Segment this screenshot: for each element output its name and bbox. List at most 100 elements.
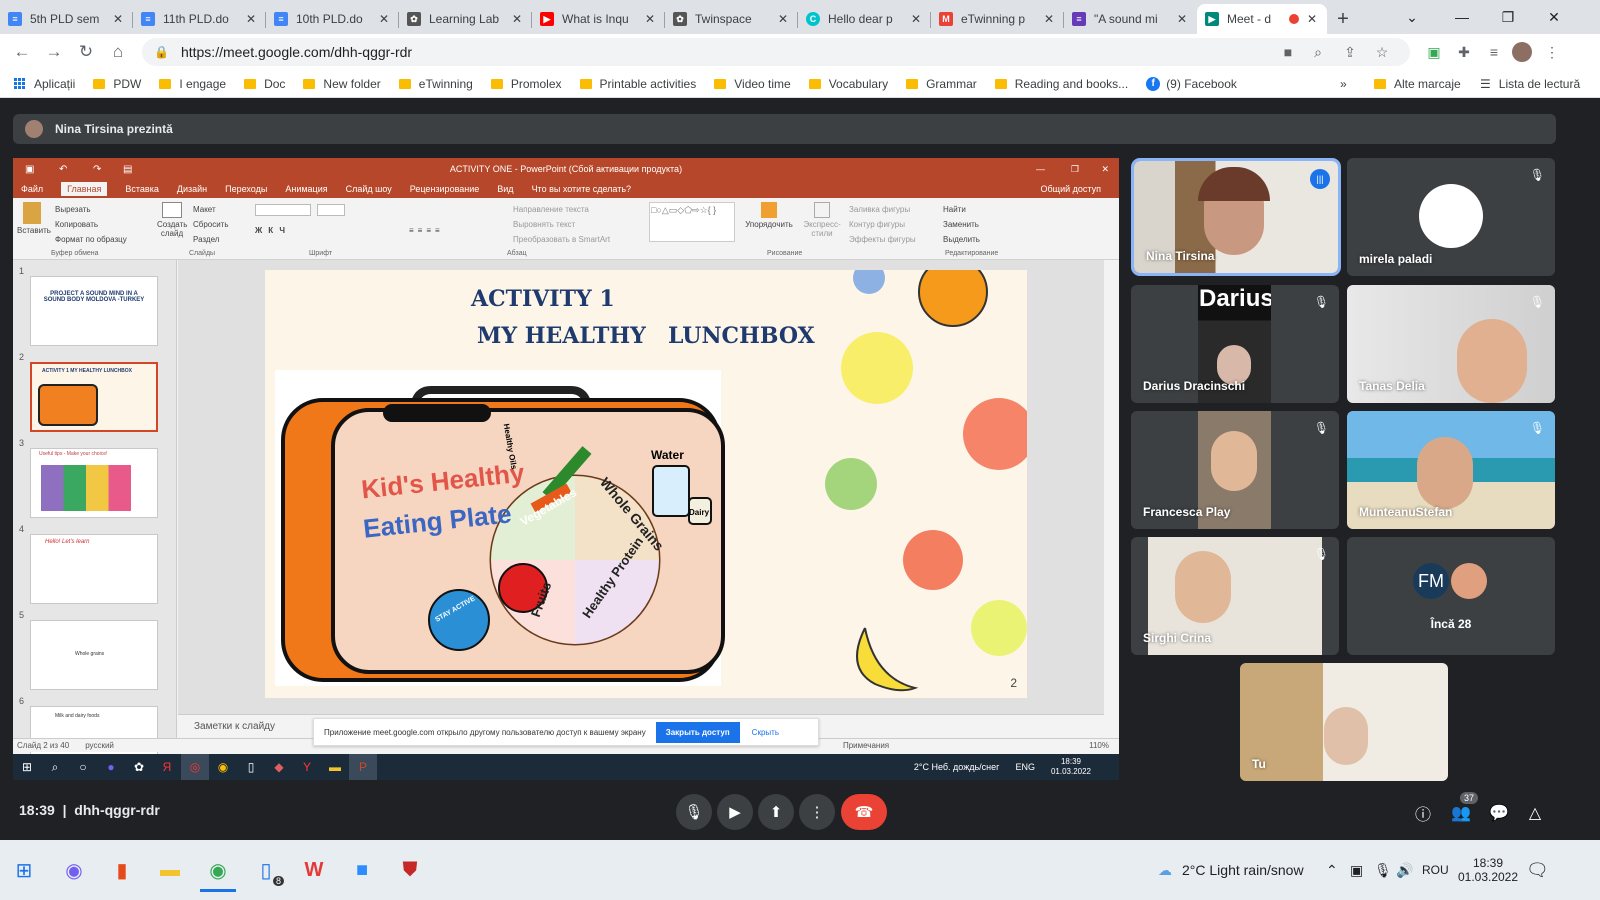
tab-4[interactable]: ✿ Learning Lab ✕ bbox=[399, 4, 532, 34]
mic-off-icon[interactable]: 🎙 bbox=[1530, 168, 1545, 182]
tab-1[interactable]: ≡ 5th PLD sem ✕ bbox=[0, 4, 133, 34]
meeting-details-button[interactable]: ⓘ bbox=[1408, 798, 1438, 828]
taskbar-viber[interactable]: ◉ bbox=[52, 848, 96, 892]
tab-3[interactable]: ≡ 10th PLD.do ✕ bbox=[266, 4, 399, 34]
participant-tile[interactable]: 🎙 mirela paladi bbox=[1347, 158, 1555, 276]
bookmark-star-icon[interactable]: ☆ bbox=[1368, 38, 1396, 66]
close-icon[interactable]: ✕ bbox=[510, 12, 524, 26]
taskbar-explorer[interactable]: ▬ bbox=[148, 848, 192, 892]
bookmark-folder[interactable]: Video time bbox=[714, 77, 791, 91]
taskbar-mcafee[interactable]: ⛊ bbox=[388, 848, 432, 892]
tab-5[interactable]: ▶ What is Inqu ✕ bbox=[532, 4, 665, 34]
tray-chevron-icon[interactable]: ⌃ bbox=[1326, 840, 1338, 900]
tab-search-icon[interactable]: ⌄ bbox=[1390, 0, 1434, 34]
more-options-button[interactable]: ⋮ bbox=[799, 794, 835, 830]
forward-icon[interactable]: → bbox=[38, 36, 70, 68]
menu-icon[interactable]: ⋮ bbox=[1538, 38, 1566, 66]
self-view-tile[interactable]: Tu bbox=[1240, 663, 1448, 781]
tray-app-icon[interactable]: ▣ bbox=[1350, 840, 1363, 900]
clock[interactable]: 18:39 01.03.2022 bbox=[1458, 840, 1518, 900]
tab-meet-active[interactable]: ▶ Meet - d ✕ bbox=[1197, 4, 1327, 34]
tab-7[interactable]: C Hello dear p ✕ bbox=[798, 4, 931, 34]
bookmarks-overflow[interactable]: » bbox=[1340, 70, 1347, 98]
minimize-icon: — bbox=[1036, 164, 1045, 174]
bookmark-folder[interactable]: Vocabulary bbox=[808, 77, 888, 91]
extension-icon[interactable]: ▣ bbox=[1420, 38, 1448, 66]
close-icon[interactable]: ✕ bbox=[776, 12, 790, 26]
mic-off-icon[interactable]: 🎙 bbox=[1314, 421, 1329, 435]
chat-button[interactable]: 💬 bbox=[1484, 798, 1514, 828]
reload-icon[interactable]: ↻ bbox=[70, 36, 102, 68]
tab-2[interactable]: ≡ 11th PLD.do ✕ bbox=[133, 4, 266, 34]
close-icon[interactable]: ✕ bbox=[111, 12, 125, 26]
close-icon[interactable]: ✕ bbox=[1175, 12, 1189, 26]
camera-icon[interactable]: ■ bbox=[1274, 38, 1302, 66]
mic-off-icon[interactable]: 🎙 bbox=[1530, 295, 1545, 309]
start-button[interactable]: ⊞ bbox=[2, 848, 46, 892]
tab-6[interactable]: ✿ Twinspace ✕ bbox=[665, 4, 798, 34]
bookmark-folder[interactable]: Promolex bbox=[490, 77, 562, 91]
activities-button[interactable]: △ bbox=[1520, 798, 1550, 828]
tab-9[interactable]: ≡ "A sound mi ✕ bbox=[1064, 4, 1197, 34]
weather-widget[interactable]: ☁ 2°C Light rain/snow bbox=[1158, 840, 1304, 900]
tab-8[interactable]: MeTwinning p ✕ bbox=[931, 4, 1064, 34]
taskbar-app[interactable]: ▯ 8 bbox=[244, 848, 288, 892]
bookmark-folder[interactable]: Grammar bbox=[906, 77, 977, 91]
bookmark-folder[interactable]: Reading and books... bbox=[994, 77, 1128, 91]
zoom-icon[interactable]: ⌕ bbox=[1304, 38, 1332, 66]
close-icon[interactable]: ✕ bbox=[1042, 12, 1056, 26]
address-bar[interactable]: 🔒 https://meet.google.com/dhh-qggr-rdr ■… bbox=[142, 38, 1410, 66]
restore-icon[interactable]: ❐ bbox=[1486, 0, 1530, 34]
close-icon[interactable]: ✕ bbox=[244, 12, 258, 26]
people-button[interactable]: 👥 37 bbox=[1446, 792, 1478, 828]
close-icon[interactable]: ✕ bbox=[377, 12, 391, 26]
bookmark-facebook[interactable]: f (9) Facebook bbox=[1146, 76, 1237, 91]
puzzle-icon[interactable]: ✚ bbox=[1450, 38, 1478, 66]
tab-label: 11th PLD.do bbox=[163, 12, 229, 26]
mic-off-icon[interactable]: 🎙 bbox=[1314, 547, 1329, 561]
back-icon[interactable]: ← bbox=[6, 36, 38, 68]
tray-mic-icon[interactable]: 🎙 bbox=[1374, 840, 1392, 900]
participant-tile[interactable]: Darius 🎙 Darius Dracinschi bbox=[1131, 285, 1339, 403]
bookmark-apps[interactable]: Aplicații bbox=[14, 77, 75, 91]
participant-tile[interactable]: ||| Nina Tirsina bbox=[1131, 158, 1341, 276]
bookmark-folder[interactable]: Printable activities bbox=[579, 77, 696, 91]
reading-list[interactable]: ☰ Lista de lectură bbox=[1480, 70, 1580, 98]
participant-tile[interactable]: 🎙 Tanas Delia bbox=[1347, 285, 1555, 403]
folder-icon bbox=[398, 78, 411, 89]
volume-icon[interactable]: 🔊 bbox=[1396, 840, 1413, 900]
participant-tile[interactable]: 🎙 MunteanuStefan bbox=[1347, 411, 1555, 529]
participant-tile[interactable]: 🎙 Sirghi Crina bbox=[1131, 537, 1339, 655]
close-icon[interactable]: ✕ bbox=[643, 12, 657, 26]
leave-call-button[interactable]: ☎ bbox=[841, 794, 887, 830]
bookmark-folder[interactable]: New folder bbox=[303, 77, 381, 91]
taskbar-zoom[interactable]: ■ bbox=[340, 848, 384, 892]
bookmark-folder[interactable]: I engage bbox=[159, 77, 226, 91]
close-icon[interactable]: ✕ bbox=[909, 12, 923, 26]
mic-off-icon[interactable]: 🎙 bbox=[1314, 295, 1329, 309]
mic-off-icon[interactable]: 🎙 bbox=[1530, 421, 1545, 435]
bookmark-folder[interactable]: Doc bbox=[244, 77, 285, 91]
bookmark-folder[interactable]: eTwinning bbox=[398, 77, 473, 91]
notifications-icon[interactable]: 🗨 bbox=[1526, 840, 1549, 900]
taskbar-wps[interactable]: W bbox=[292, 848, 336, 892]
participant-tile[interactable]: 🎙 Francesca Play bbox=[1131, 411, 1339, 529]
media-icon[interactable]: ≡ bbox=[1480, 38, 1508, 66]
participant-tile-more[interactable]: FM Încă 28 bbox=[1347, 537, 1555, 655]
lock-icon[interactable]: 🔒 bbox=[154, 45, 169, 59]
taskbar-chrome[interactable]: ◉ bbox=[196, 848, 240, 892]
language-indicator[interactable]: ROU bbox=[1422, 840, 1449, 900]
new-tab-button[interactable]: + bbox=[1327, 4, 1359, 34]
camera-button[interactable]: ▶ bbox=[717, 794, 753, 830]
window-close-icon[interactable]: ✕ bbox=[1532, 0, 1576, 34]
minimize-icon[interactable]: — bbox=[1440, 0, 1484, 34]
share-icon[interactable]: ⇪ bbox=[1336, 38, 1364, 66]
microphone-button[interactable]: 🎙 bbox=[676, 794, 712, 830]
close-icon[interactable]: ✕ bbox=[1305, 12, 1319, 26]
other-bookmarks[interactable]: Alte marcaje bbox=[1374, 70, 1461, 98]
profile-avatar[interactable] bbox=[1508, 38, 1536, 66]
home-icon[interactable]: ⌂ bbox=[102, 36, 134, 68]
taskbar-office[interactable]: ▮ bbox=[100, 848, 144, 892]
bookmark-folder[interactable]: PDW bbox=[93, 77, 141, 91]
present-button[interactable]: ⬆ bbox=[758, 794, 794, 830]
